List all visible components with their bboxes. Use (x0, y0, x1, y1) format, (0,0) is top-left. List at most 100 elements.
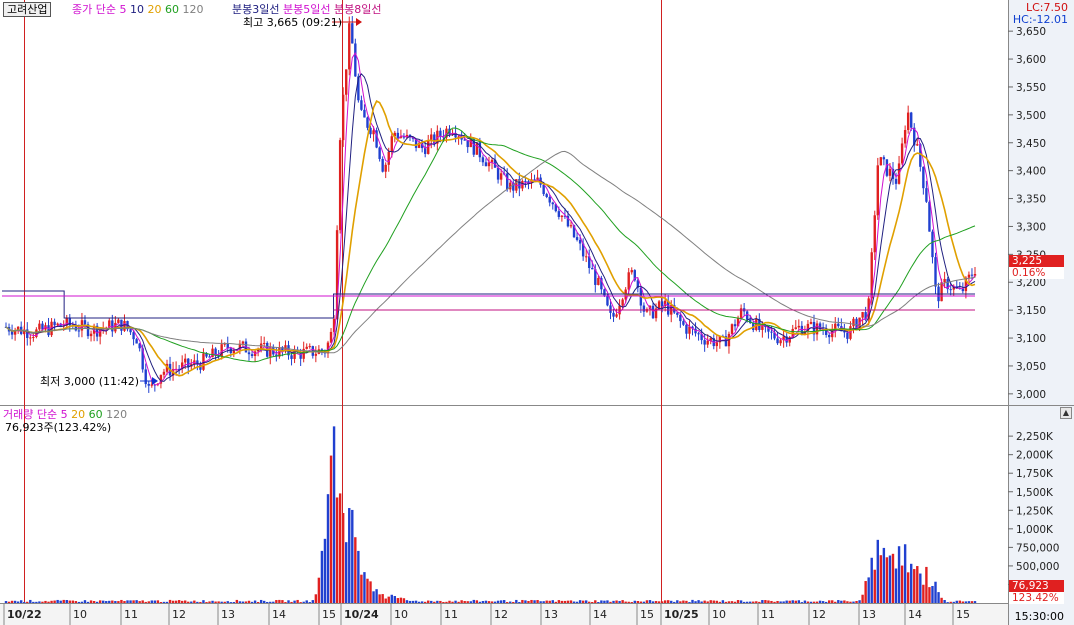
candle-body (308, 346, 311, 348)
volume-bar (132, 600, 135, 603)
volume-bar (542, 601, 545, 603)
volume-bar (730, 601, 734, 603)
volume-bar (679, 601, 682, 603)
stock-name-box[interactable]: 고려산업 (3, 2, 52, 17)
candle-body (111, 320, 114, 332)
volume-bar (80, 601, 84, 603)
volume-bar (667, 600, 670, 603)
candle-body (53, 321, 56, 326)
volume-tick-label: 2,250K (1016, 431, 1054, 443)
volume-ma-period-5[interactable]: 5 (61, 408, 72, 421)
volume-bar (727, 601, 731, 603)
volume-bar (423, 601, 427, 603)
volume-bar (411, 600, 415, 603)
volume-bar (937, 592, 940, 603)
volume-bar (928, 587, 931, 603)
price-tick-label: 3,150 (1016, 305, 1046, 317)
candle-body (348, 23, 351, 70)
volume-bar (943, 600, 946, 603)
candle-body (612, 312, 615, 317)
volume-bar (806, 601, 810, 603)
volume-bar (718, 601, 722, 603)
candle-body (591, 268, 594, 270)
volume-bar (439, 600, 442, 603)
volume-bar (147, 601, 150, 603)
volume-bar (952, 601, 955, 603)
volume-bar (594, 600, 597, 603)
volume-bar (660, 601, 664, 603)
volume-bar (885, 557, 889, 603)
volume-bar (19, 600, 23, 603)
volume-bar (496, 600, 500, 603)
volume-bar (697, 600, 700, 603)
x-tick-label: 11 (444, 608, 458, 621)
volume-bar (572, 601, 576, 603)
volume-bar (269, 601, 272, 603)
volume-bar (250, 601, 254, 603)
candle-body (363, 109, 366, 118)
volume-bar (591, 602, 594, 603)
volume-ma-period-120[interactable]: 120 (106, 408, 127, 421)
volume-bar (955, 600, 958, 603)
minute-line-분봉5일선[interactable]: 분봉5일선 (283, 3, 334, 16)
x-tick-label: 15 (322, 608, 336, 621)
volume-bar (208, 601, 211, 603)
minute-line-분봉3일선[interactable]: 분봉3일선 (232, 3, 283, 16)
candle-body (642, 305, 646, 312)
volume-bar (873, 569, 876, 603)
volume-bar (891, 553, 895, 603)
volume-bar (621, 600, 624, 603)
price-ma-period-60[interactable]: 60 (165, 3, 183, 16)
price-tick-label: 3,200 (1016, 277, 1046, 289)
candle-body (776, 338, 779, 344)
volume-bar (630, 602, 633, 603)
candle-body (916, 144, 919, 146)
volume-bar (809, 601, 813, 603)
volume-bar (560, 600, 564, 603)
candle-body (715, 342, 719, 347)
candle-body (247, 352, 251, 355)
x-tick-label: 10 (712, 608, 726, 621)
volume-ma-period-60[interactable]: 60 (89, 408, 107, 421)
volume-badge: 76,923 (1009, 580, 1064, 592)
volume-bar (256, 601, 260, 603)
minute-line-분봉8일선[interactable]: 분봉8일선 (334, 3, 381, 16)
volume-bar (202, 600, 205, 603)
volume-bar (934, 581, 937, 603)
volume-bar (949, 601, 952, 603)
candle-body (621, 299, 624, 306)
volume-tick-label: 2,000K (1016, 450, 1054, 462)
candle-body (341, 94, 345, 141)
volume-bar (472, 599, 475, 603)
price-ma-period-120[interactable]: 120 (182, 3, 203, 16)
candle-body (876, 165, 879, 216)
volume-bar (305, 600, 308, 603)
chart-canvas[interactable]: 3,0003,0503,1003,1503,2003,2503,3003,350… (0, 0, 1074, 625)
volume-bar (618, 601, 621, 603)
candle-body (609, 305, 612, 313)
price-ma-period-20[interactable]: 20 (147, 3, 165, 16)
volume-bar (642, 601, 646, 603)
volume-bar (417, 601, 421, 603)
volume-bar (102, 600, 105, 603)
volume-ma-period-20[interactable]: 20 (71, 408, 89, 421)
candle-body (606, 295, 609, 306)
volume-bar (241, 601, 245, 603)
volume-bar (654, 601, 658, 603)
volume-bar (10, 600, 14, 603)
candle-body (506, 173, 509, 190)
volume-bar (794, 600, 797, 603)
price-ma-period-5[interactable]: 5 (119, 3, 130, 16)
candle-body (894, 178, 898, 184)
candle-body (906, 112, 910, 131)
volume-bar (575, 601, 579, 603)
price-tick-label: 3,650 (1016, 26, 1046, 38)
volume-bar (384, 598, 387, 603)
candle-body (229, 348, 232, 354)
panel-collapse-icon[interactable]: ▲ (1060, 407, 1072, 419)
volume-bar (755, 601, 758, 603)
price-ma-period-10[interactable]: 10 (130, 3, 148, 16)
volume-bar (92, 600, 96, 603)
candle-body (888, 168, 892, 176)
volume-bar (308, 602, 311, 603)
